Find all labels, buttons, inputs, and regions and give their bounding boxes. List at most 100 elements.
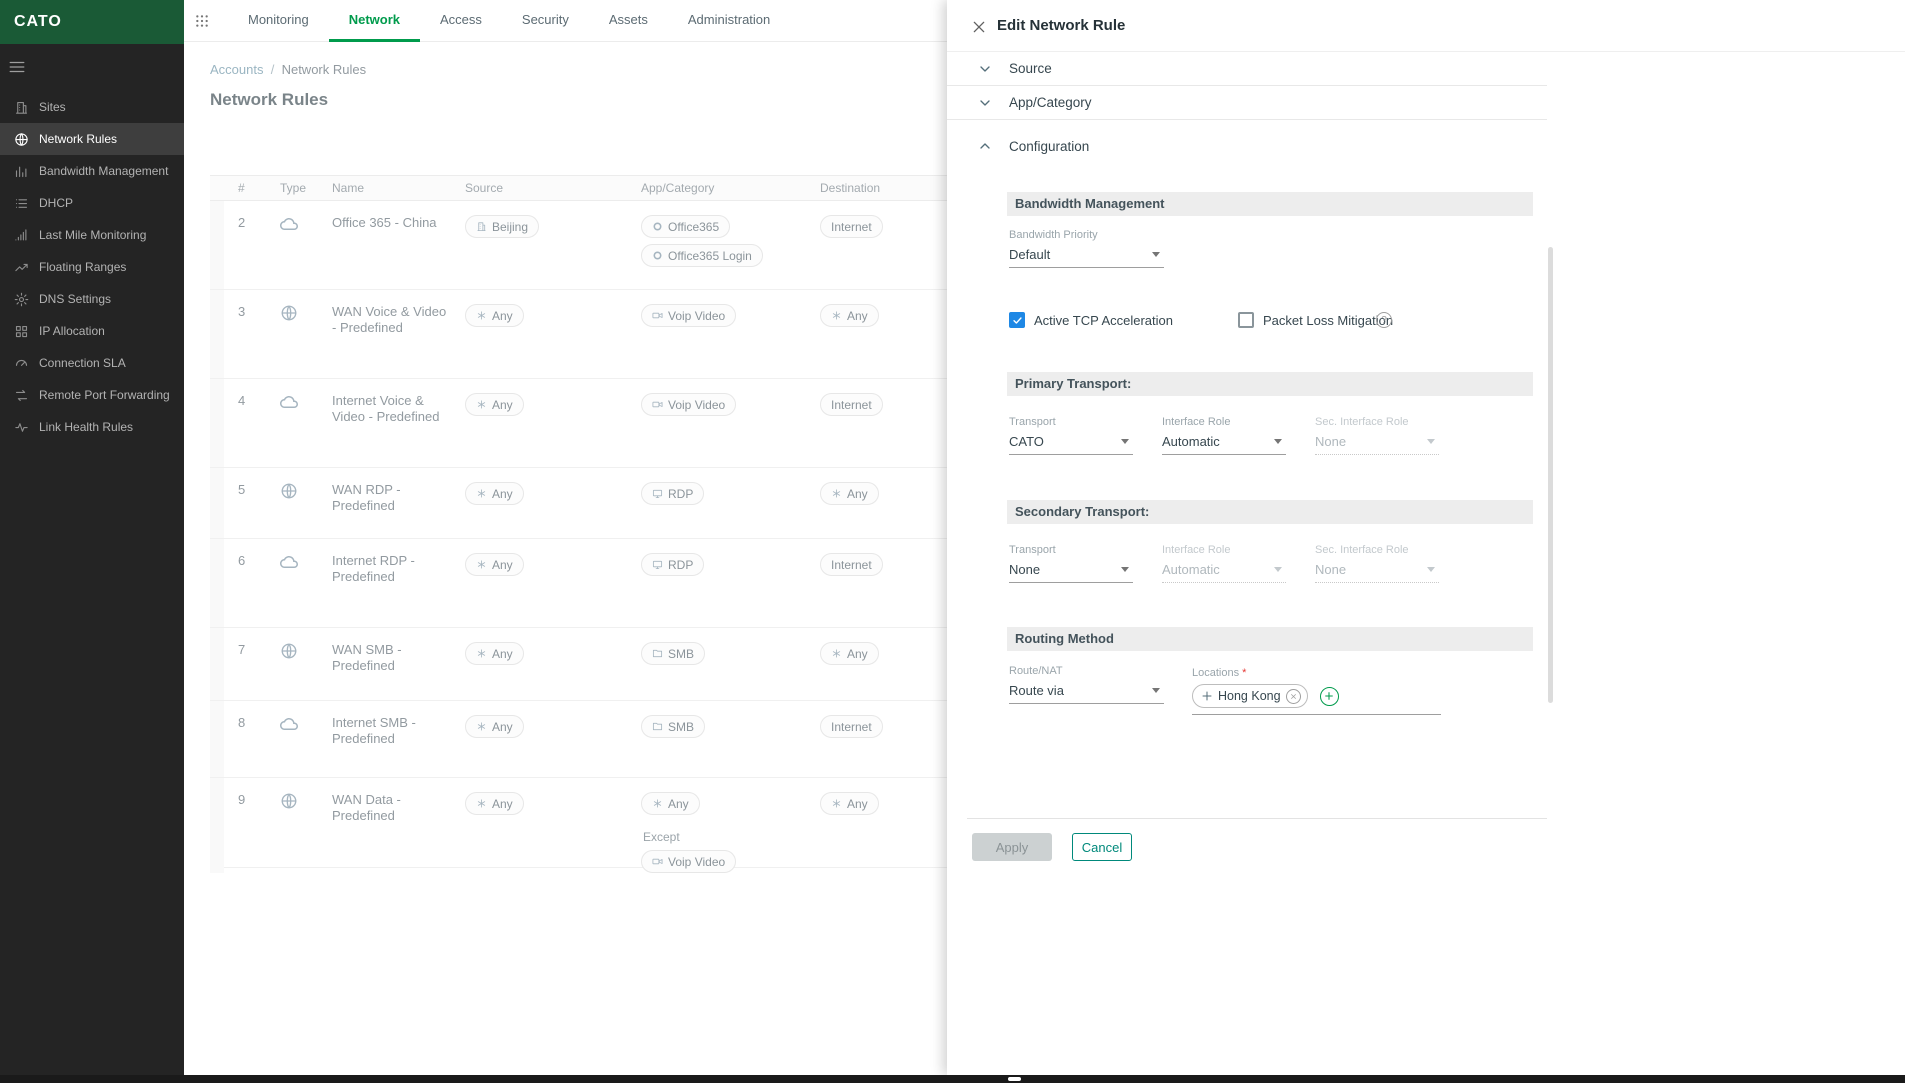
cato-logo[interactable]: CATO (0, 0, 184, 44)
rule-name: WAN Data - Predefined (324, 778, 455, 873)
sidebar-item-label: Remote Port Forwarding (39, 388, 170, 402)
section-configuration[interactable]: Configuration (947, 123, 1547, 169)
source-chip[interactable]: Any (465, 715, 524, 738)
row-drag-handle[interactable] (210, 778, 224, 873)
field-value: Default (1009, 247, 1050, 262)
tab-security[interactable]: Security (502, 0, 589, 42)
remove-location-icon[interactable] (1286, 689, 1301, 704)
apps-grid-icon[interactable] (184, 0, 220, 42)
app-chip[interactable]: Office365 Login (641, 244, 763, 267)
rule-name: WAN SMB - Predefined (324, 628, 455, 700)
destination-chip[interactable]: Any (820, 304, 879, 327)
row-drag-handle[interactable] (210, 290, 224, 378)
app-chip[interactable]: SMB (641, 642, 705, 665)
sidebar-item-dhcp[interactable]: DHCP (0, 187, 184, 219)
destination-chip[interactable]: Any (820, 642, 879, 665)
chevron-down-icon (1274, 439, 1282, 444)
col-header-source: Source (455, 181, 631, 195)
col-header-destination: Destination (810, 181, 955, 195)
row-drag-handle[interactable] (210, 468, 224, 538)
source-chip[interactable]: Any (465, 304, 524, 327)
sidebar-item-network-rules[interactable]: Network Rules (0, 123, 184, 155)
sidebar-item-bandwidth-management[interactable]: Bandwidth Management (0, 155, 184, 187)
table-row[interactable]: 2 Office 365 - China Beijing Office365 O… (210, 201, 955, 290)
table-row[interactable]: 9 WAN Data - Predefined Any Any Except V… (210, 778, 955, 868)
source-chip[interactable]: Any (465, 553, 524, 576)
chevron-down-icon (977, 61, 993, 77)
app-chip[interactable]: Any (641, 792, 700, 815)
table-row[interactable]: 4 Internet Voice & Video - Predefined An… (210, 379, 955, 468)
table-row[interactable]: 8 Internet SMB - Predefined Any SMB Inte… (210, 701, 955, 778)
app-chip[interactable]: Office365 (641, 215, 730, 238)
active-tcp-acceleration-checkbox[interactable]: Active TCP Acceleration (1009, 312, 1173, 328)
destination-chip[interactable]: Internet (820, 553, 883, 576)
field-value: None (1009, 562, 1040, 577)
tab-monitoring[interactable]: Monitoring (228, 0, 329, 42)
sidebar-item-dns-settings[interactable]: DNS Settings (0, 283, 184, 315)
row-drag-handle[interactable] (210, 379, 224, 467)
row-drag-handle[interactable] (210, 539, 224, 627)
tab-assets[interactable]: Assets (589, 0, 668, 42)
location-chip-hong-kong[interactable]: Hong Kong (1192, 684, 1308, 708)
drawer-scrollbar[interactable] (1548, 247, 1553, 703)
app-chip[interactable]: RDP (641, 482, 704, 505)
route-nat-select[interactable]: Route/NAT Route via (1009, 665, 1164, 704)
breadcrumb-accounts-link[interactable]: Accounts (210, 62, 263, 77)
row-drag-handle[interactable] (210, 628, 224, 700)
rdp-icon (652, 559, 663, 570)
section-source[interactable]: Source (947, 52, 1547, 86)
tab-network[interactable]: Network (329, 0, 420, 42)
add-location-button[interactable] (1320, 687, 1339, 706)
sidebar-item-connection-sla[interactable]: Connection SLA (0, 347, 184, 379)
wan-rule-icon (280, 482, 298, 500)
source-chip[interactable]: Any (465, 482, 524, 505)
destination-chip[interactable]: Internet (820, 215, 883, 238)
app-chip[interactable]: Voip Video (641, 393, 736, 416)
apply-button[interactable]: Apply (972, 833, 1052, 861)
primary-interface-role-select[interactable]: Interface Role Automatic (1162, 416, 1286, 455)
sidebar-item-floating-ranges[interactable]: Floating Ranges (0, 251, 184, 283)
source-chip[interactable]: Any (465, 642, 524, 665)
sidebar-item-remote-port-forwarding[interactable]: Remote Port Forwarding (0, 379, 184, 411)
tab-administration[interactable]: Administration (668, 0, 790, 42)
help-icon[interactable]: ? (1376, 312, 1392, 328)
sidebar-item-sites[interactable]: Sites (0, 91, 184, 123)
field-label: Bandwidth Priority (1009, 229, 1164, 242)
sidebar-item-link-health-rules[interactable]: Link Health Rules (0, 411, 184, 443)
destination-chip[interactable]: Internet (820, 393, 883, 416)
destination-chip[interactable]: Internet (820, 715, 883, 738)
close-icon[interactable] (971, 19, 987, 35)
tab-access[interactable]: Access (420, 0, 502, 42)
destination-chip[interactable]: Any (820, 482, 879, 505)
field-value: None (1315, 434, 1346, 449)
bandwidth-priority-select[interactable]: Bandwidth Priority Default (1009, 229, 1164, 268)
app-chip[interactable]: SMB (641, 715, 705, 738)
section-app-category[interactable]: App/Category (947, 86, 1547, 120)
packet-loss-mitigation-checkbox[interactable]: Packet Loss Mitigation (1238, 312, 1393, 328)
destination-chip[interactable]: Any (820, 792, 879, 815)
secondary-transport-select[interactable]: Transport None (1009, 544, 1133, 583)
rule-name: Internet SMB - Predefined (324, 701, 455, 777)
any-icon (476, 488, 487, 499)
app-chip[interactable]: Voip Video (641, 304, 736, 327)
app-except-chip[interactable]: Voip Video (641, 850, 736, 873)
source-chip[interactable]: Beijing (465, 215, 539, 238)
primary-transport-select[interactable]: Transport CATO (1009, 416, 1133, 455)
field-value: CATO (1009, 434, 1044, 449)
taskbar (0, 1075, 1905, 1083)
app-chip[interactable]: RDP (641, 553, 704, 576)
table-row[interactable]: 5 WAN RDP - Predefined Any RDP Any (210, 468, 955, 539)
sidebar-item-label: Network Rules (39, 132, 117, 146)
table-row[interactable]: 7 WAN SMB - Predefined Any SMB Any (210, 628, 955, 701)
source-chip[interactable]: Any (465, 792, 524, 815)
smb-icon (652, 648, 663, 659)
sidebar-item-ip-allocation[interactable]: IP Allocation (0, 315, 184, 347)
table-row[interactable]: 6 Internet RDP - Predefined Any RDP Inte… (210, 539, 955, 628)
menu-icon[interactable] (0, 44, 184, 91)
row-drag-handle[interactable] (210, 701, 224, 777)
sidebar-item-last-mile-monitoring[interactable]: Last Mile Monitoring (0, 219, 184, 251)
table-row[interactable]: 3 WAN Voice & Video - Predefined Any Voi… (210, 290, 955, 379)
source-chip[interactable]: Any (465, 393, 524, 416)
row-drag-handle[interactable] (210, 201, 224, 289)
cancel-button[interactable]: Cancel (1072, 833, 1132, 861)
